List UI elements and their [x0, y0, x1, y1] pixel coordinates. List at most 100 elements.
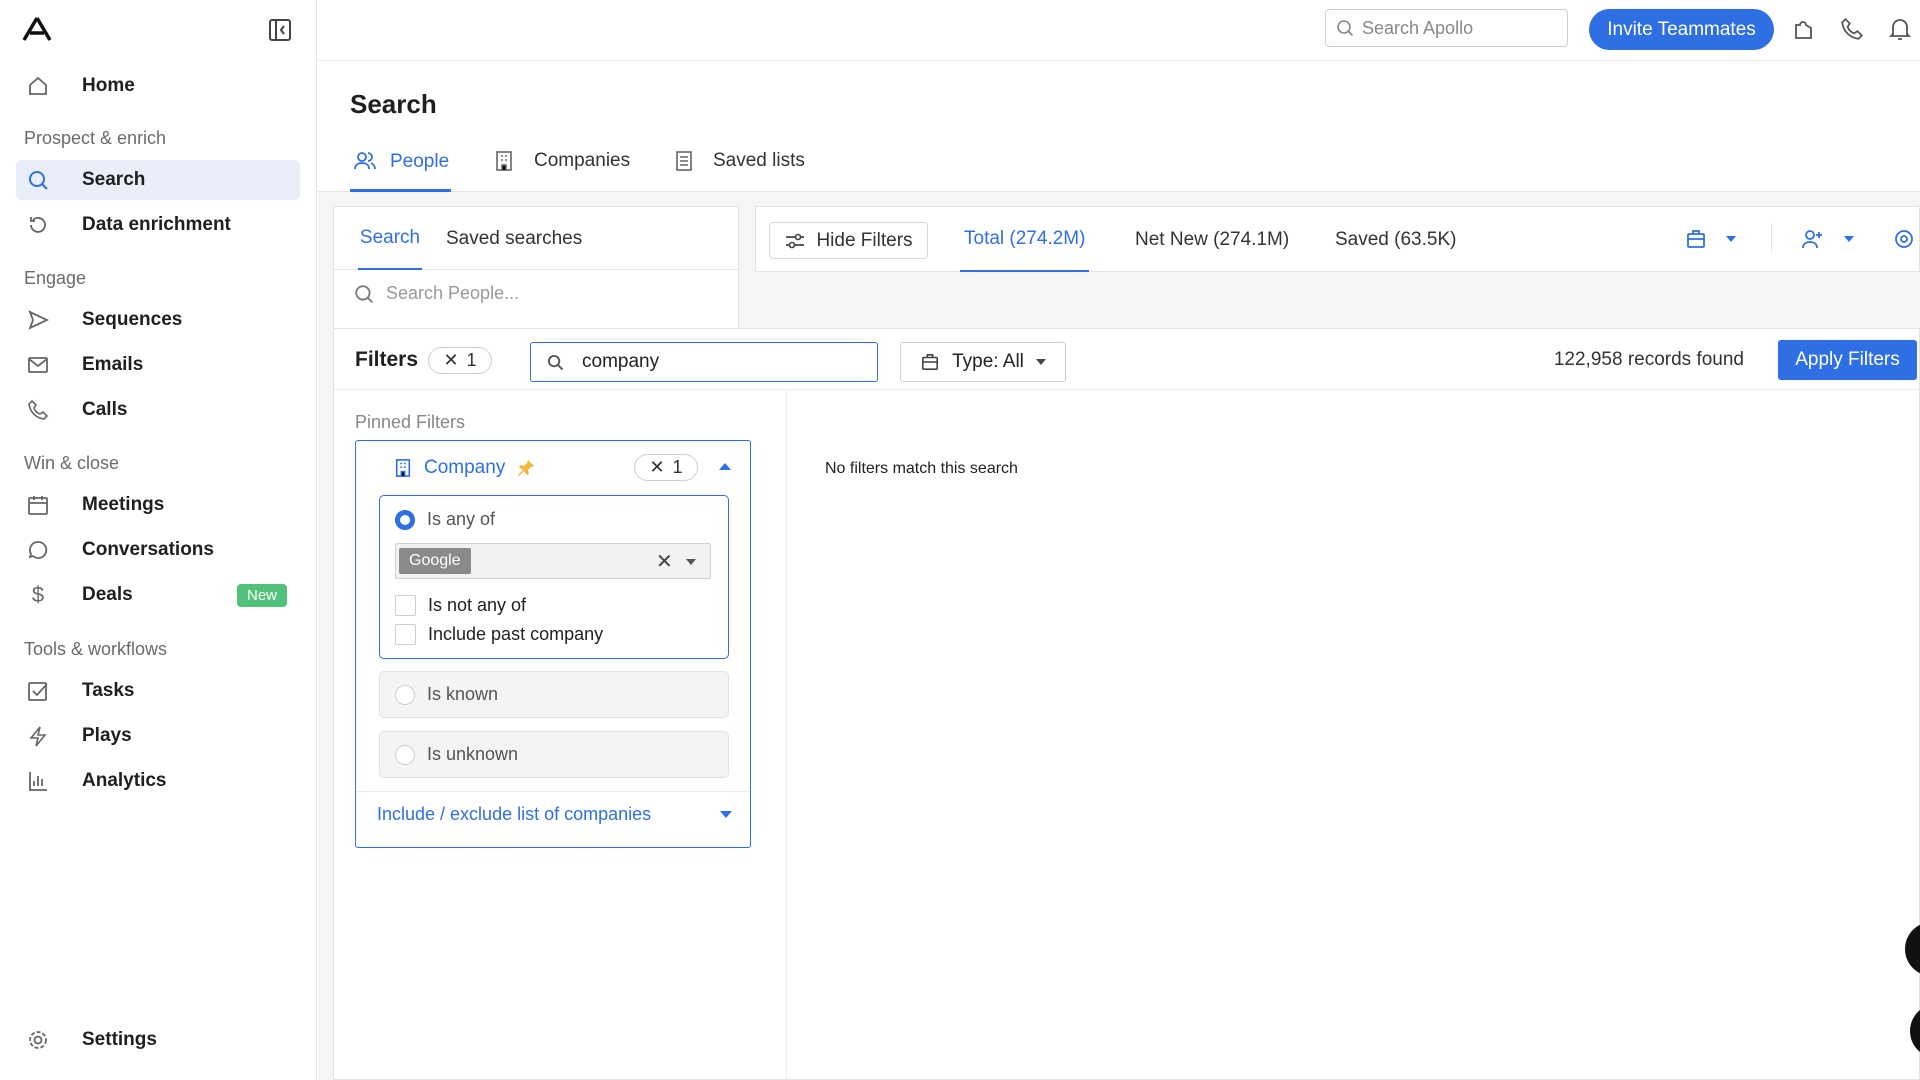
- filters-panel: Filters ✕ 1 company Type: All 122,958 rec…: [333, 328, 1920, 1080]
- radio-is-unknown[interactable]: Is unknown: [379, 731, 729, 778]
- sidebar-item-home[interactable]: Home: [16, 66, 300, 106]
- include-exclude-label: Include / exclude list of companies: [377, 804, 652, 824]
- company-select[interactable]: Google ✕: [395, 543, 711, 579]
- sidebar-item-label: Meetings: [82, 494, 165, 515]
- option-label: Is known: [427, 684, 499, 704]
- send-icon: [25, 309, 51, 331]
- include-exclude-list-toggle[interactable]: Include / exclude list of companies: [377, 804, 732, 825]
- briefcase-icon: [922, 353, 939, 371]
- phone-icon[interactable]: [1840, 17, 1864, 41]
- sidebar-item-data-enrichment[interactable]: Data enrichment: [16, 205, 300, 245]
- gear-icon: [25, 1029, 51, 1051]
- tab-companies[interactable]: Companies: [494, 150, 630, 172]
- clear-filters-pill[interactable]: ✕ 1: [428, 347, 492, 374]
- option-label: Is unknown: [427, 744, 519, 764]
- user-plus-icon: [1802, 230, 1822, 249]
- sidebar-item-emails[interactable]: Emails: [16, 345, 300, 385]
- sidebar-item-label: Data enrichment: [82, 214, 231, 235]
- building-icon: [395, 459, 411, 477]
- close-icon: ✕: [649, 457, 665, 477]
- tab-net-new[interactable]: Net New (274.1M): [1135, 207, 1289, 272]
- type-label: Type: All: [952, 351, 1024, 372]
- checkbox-is-not-any-of[interactable]: Is not any of: [395, 595, 526, 616]
- sidebar-item-conversations[interactable]: Conversations: [16, 530, 300, 570]
- apply-filters-button[interactable]: Apply Filters: [1778, 340, 1917, 380]
- sidebar-item-plays[interactable]: Plays: [16, 716, 300, 756]
- sidebar-item-meetings[interactable]: Meetings: [16, 485, 300, 525]
- list-icon: [676, 151, 692, 171]
- sidebar-item-label: Sequences: [82, 309, 183, 330]
- checkbox: [395, 624, 416, 645]
- chevron-down-icon[interactable]: [686, 559, 696, 565]
- chevron-down-icon: [1726, 236, 1736, 242]
- divider: [334, 389, 1919, 390]
- radio-unselected: [395, 744, 415, 765]
- section-prospect: Prospect & enrich: [24, 128, 167, 148]
- puzzle-icon[interactable]: [1792, 17, 1816, 41]
- sidebar-item-deals[interactable]: $ Deals New: [16, 575, 300, 615]
- sidebar-item-label: Conversations: [82, 539, 214, 560]
- tab-total[interactable]: Total (274.2M): [960, 207, 1090, 272]
- type-dropdown[interactable]: Type: All: [900, 342, 1066, 382]
- sidebar-item-label: Settings: [82, 1029, 157, 1050]
- search-icon: [547, 354, 564, 370]
- calendar-icon: [25, 494, 51, 516]
- save-to-list-button[interactable]: [1686, 229, 1736, 249]
- checkbox-include-past-company[interactable]: Include past company: [395, 624, 603, 645]
- home-icon: [25, 75, 51, 97]
- add-contact-button[interactable]: [1802, 229, 1854, 249]
- search-people-input[interactable]: Search People...: [354, 283, 519, 304]
- tab-label: Companies: [534, 150, 631, 171]
- clear-icon[interactable]: ✕: [656, 549, 673, 574]
- mail-icon: [25, 354, 51, 376]
- chevron-down-icon: [1035, 359, 1046, 365]
- people-icon: [354, 152, 376, 170]
- eye-icon[interactable]: [1893, 229, 1915, 249]
- sidebar-item-search[interactable]: Search: [16, 160, 300, 200]
- sidebar-item-sequences[interactable]: Sequences: [16, 300, 300, 340]
- tab-saved[interactable]: Saved (63.5K): [1335, 207, 1456, 272]
- dollar-icon: $: [31, 582, 45, 607]
- sidebar-item-settings[interactable]: Settings: [16, 1020, 300, 1060]
- pinned-filters-label: Pinned Filters: [355, 412, 466, 432]
- radio-is-any-of[interactable]: Is any of: [395, 509, 495, 530]
- tab-search[interactable]: Search: [358, 207, 422, 270]
- chevron-up-icon[interactable]: [719, 463, 731, 470]
- divider: [1771, 223, 1772, 253]
- hide-filters-button[interactable]: Hide Filters: [769, 222, 928, 259]
- radio-is-known[interactable]: Is known: [379, 671, 729, 718]
- collapse-sidebar-icon[interactable]: [268, 18, 292, 42]
- filter-search-input[interactable]: company: [530, 342, 878, 382]
- tab-people[interactable]: People: [350, 145, 451, 192]
- sidebar: Home Prospect & enrich Search Data enric…: [0, 0, 317, 1080]
- bell-icon[interactable]: [1888, 16, 1912, 42]
- company-filter-header[interactable]: Company: [394, 457, 535, 479]
- checkbox-icon: [25, 680, 51, 702]
- sidebar-item-analytics[interactable]: Analytics: [16, 761, 300, 801]
- radio-unselected: [395, 684, 415, 705]
- global-search-input[interactable]: Search Apollo: [1325, 9, 1568, 47]
- briefcase-icon: [1687, 230, 1705, 248]
- tab-saved-searches[interactable]: Saved searches: [446, 207, 582, 270]
- sliders-icon: [786, 233, 805, 248]
- sidebar-item-calls[interactable]: Calls: [16, 390, 300, 430]
- chevron-down-icon: [720, 811, 732, 818]
- no-filters-message: No filters match this search: [825, 460, 1018, 477]
- filters-title: Filters: [355, 348, 419, 371]
- company-tag-google[interactable]: Google: [399, 548, 471, 574]
- sidebar-item-label: Plays: [82, 725, 132, 746]
- apollo-logo[interactable]: [22, 16, 52, 42]
- sidebar-item-label: Calls: [82, 399, 128, 420]
- divider: [786, 389, 787, 1079]
- sidebar-item-label: Deals: [82, 584, 133, 605]
- company-filter-card: Company ✕ 1 Is any of Google ✕ Is not any…: [355, 440, 751, 848]
- checkbox: [395, 595, 416, 616]
- results-bar: Hide Filters Total (274.2M) Net New (274…: [755, 206, 1920, 272]
- tab-saved-lists[interactable]: Saved lists: [675, 150, 805, 172]
- clear-company-pill[interactable]: ✕ 1: [634, 454, 698, 481]
- divider: [356, 791, 750, 792]
- phone-icon: [25, 399, 51, 421]
- invite-teammates-button[interactable]: Invite Teammates: [1589, 9, 1774, 50]
- hide-filters-label: Hide Filters: [816, 229, 913, 251]
- sidebar-item-tasks[interactable]: Tasks: [16, 671, 300, 711]
